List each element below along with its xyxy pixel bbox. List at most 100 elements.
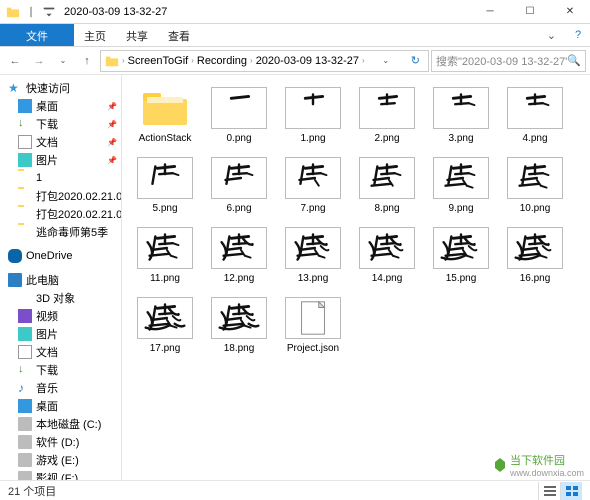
file-item[interactable]: 14.png [350, 225, 424, 287]
close-button[interactable]: ✕ [550, 0, 590, 24]
file-name: 4.png [522, 133, 547, 145]
thumbnail [211, 297, 267, 339]
sidebar-3d[interactable]: 3D 对象 [0, 289, 121, 307]
thumbnail [285, 297, 341, 339]
help-icon[interactable]: ? [566, 24, 590, 46]
file-item[interactable]: 18.png [202, 295, 276, 357]
refresh-icon[interactable]: ↻ [407, 54, 424, 67]
file-item[interactable]: 2.png [350, 85, 424, 147]
item-count: 21 个项目 [8, 483, 56, 499]
folder-item[interactable]: ActionStack [128, 85, 202, 147]
thumbnail [137, 227, 193, 269]
nav-tree[interactable]: ★快速访问 桌面📌 ↓下载📌 文档📌 图片📌 1 打包2020.02.21.01… [0, 75, 122, 480]
tab-file[interactable]: 文件 [0, 24, 74, 46]
file-name: 8.png [374, 203, 399, 215]
sidebar-folder[interactable]: 打包2020.02.21.01 [0, 187, 121, 205]
qat-dropdown-icon[interactable] [42, 5, 56, 19]
minimize-button[interactable]: ─ [470, 0, 510, 24]
chevron-right-icon[interactable]: › [122, 56, 125, 65]
file-item[interactable]: 11.png [128, 225, 202, 287]
sidebar-folder[interactable]: 1 [0, 169, 121, 187]
sidebar-pictures[interactable]: 图片 [0, 325, 121, 343]
search-input[interactable]: 搜索"2020-03-09 13-32-27" 🔍 [431, 50, 586, 72]
folder-icon [6, 5, 20, 19]
sidebar-downloads[interactable]: ↓下载 [0, 361, 121, 379]
recent-dropdown[interactable]: ⌄ [52, 50, 74, 72]
file-name: 5.png [152, 203, 177, 215]
sidebar-documents[interactable]: 文档📌 [0, 133, 121, 151]
details-view-button[interactable] [538, 482, 560, 500]
sidebar-drive-c[interactable]: 本地磁盘 (C:) [0, 415, 121, 433]
file-name: 11.png [150, 273, 180, 285]
drive-icon [18, 471, 32, 480]
thumbnail [359, 157, 415, 199]
up-button[interactable]: ↑ [76, 50, 98, 72]
sidebar-downloads[interactable]: ↓下载📌 [0, 115, 121, 133]
pc-icon [8, 273, 22, 287]
thumbnail [285, 157, 341, 199]
breadcrumb-part[interactable]: ScreenToGif [128, 55, 189, 67]
folder-icon [137, 87, 193, 129]
file-item[interactable]: 3.png [424, 85, 498, 147]
sidebar-desktop[interactable]: 桌面 [0, 397, 121, 415]
file-item[interactable]: 17.png [128, 295, 202, 357]
file-item[interactable]: 5.png [128, 155, 202, 217]
file-list[interactable]: ActionStack0.png1.png2.png3.png 4.png 5.pn… [122, 75, 590, 480]
file-name: 9.png [448, 203, 473, 215]
music-icon: ♪ [18, 381, 32, 395]
sidebar-videos[interactable]: 视频 [0, 307, 121, 325]
file-name: 17.png [150, 343, 181, 355]
sidebar-folder[interactable]: 打包2020.02.21.02 [0, 205, 121, 223]
maximize-button[interactable]: ☐ [510, 0, 550, 24]
chevron-right-icon[interactable]: › [191, 56, 194, 65]
file-item[interactable]: 7.png [276, 155, 350, 217]
file-item[interactable]: 8.png [350, 155, 424, 217]
file-item[interactable]: 1.png [276, 85, 350, 147]
file-item[interactable]: 16.png [498, 225, 572, 287]
sidebar-quick-access[interactable]: ★快速访问 [0, 79, 121, 97]
forward-button[interactable]: → [28, 50, 50, 72]
breadcrumb-part[interactable]: 2020-03-09 13-32-27 [256, 55, 359, 67]
file-item[interactable]: 4.png [498, 85, 572, 147]
thumbnail [507, 227, 563, 269]
file-name: 15.png [446, 273, 477, 285]
sidebar-this-pc[interactable]: 此电脑 [0, 271, 121, 289]
chevron-right-icon[interactable]: › [362, 56, 365, 65]
sidebar-documents[interactable]: 文档 [0, 343, 121, 361]
file-item[interactable]: 10.png [498, 155, 572, 217]
sidebar-drive-f[interactable]: 影视 (F:) [0, 469, 121, 480]
file-item[interactable]: 12.png [202, 225, 276, 287]
thumbnail [507, 157, 563, 199]
pin-icon: 📌 [107, 102, 117, 111]
chevron-right-icon[interactable]: › [250, 56, 253, 65]
breadcrumb[interactable]: › ScreenToGif › Recording › 2020-03-09 1… [100, 50, 429, 72]
sidebar-drive-e[interactable]: 游戏 (E:) [0, 451, 121, 469]
sidebar-onedrive[interactable]: OneDrive [0, 247, 121, 265]
ribbon-expand-icon[interactable]: ⌄ [537, 24, 566, 46]
breadcrumb-part[interactable]: Recording [197, 55, 247, 67]
file-item[interactable]: 9.png [424, 155, 498, 217]
file-item[interactable]: 15.png [424, 225, 498, 287]
icons-view-button[interactable] [560, 482, 582, 500]
search-icon[interactable]: 🔍 [567, 54, 581, 67]
back-button[interactable]: ← [4, 50, 26, 72]
file-item[interactable]: 0.png [202, 85, 276, 147]
dropdown-icon[interactable]: ⌄ [378, 56, 393, 65]
file-item[interactable]: Project.json [276, 295, 350, 357]
onedrive-icon [8, 249, 22, 263]
window-title: 2020-03-09 13-32-27 [62, 6, 470, 18]
file-name: 7.png [300, 203, 325, 215]
sidebar-folder[interactable]: 逃命毒师第5季 [0, 223, 121, 241]
sidebar-drive-d[interactable]: 软件 (D:) [0, 433, 121, 451]
file-item[interactable]: 6.png [202, 155, 276, 217]
thumbnail [211, 157, 267, 199]
file-name: 13.png [298, 273, 329, 285]
sidebar-pictures[interactable]: 图片📌 [0, 151, 121, 169]
tab-home[interactable]: 主页 [74, 24, 116, 46]
tab-share[interactable]: 共享 [116, 24, 158, 46]
tab-view[interactable]: 查看 [158, 24, 200, 46]
file-name: 12.png [224, 273, 255, 285]
sidebar-desktop[interactable]: 桌面📌 [0, 97, 121, 115]
file-item[interactable]: 13.png [276, 225, 350, 287]
sidebar-music[interactable]: ♪音乐 [0, 379, 121, 397]
